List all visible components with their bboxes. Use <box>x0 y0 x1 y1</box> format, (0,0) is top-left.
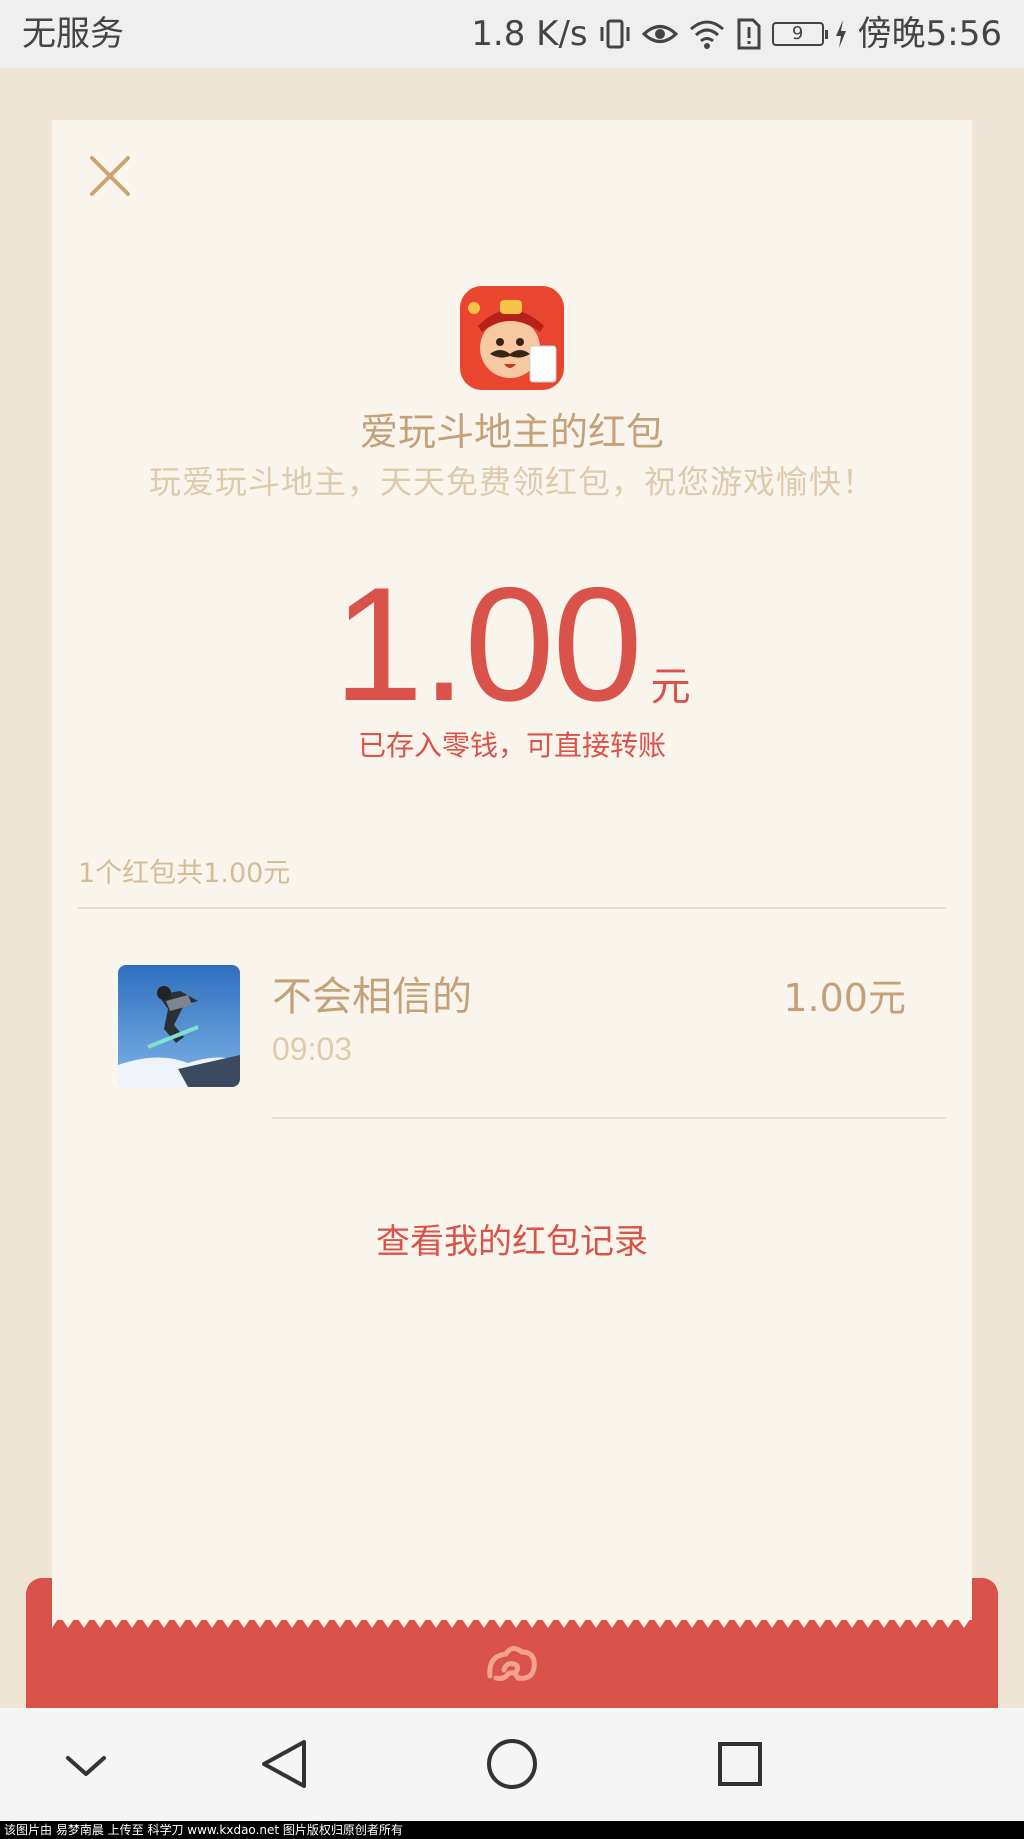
avatar[interactable] <box>118 965 240 1087</box>
home-button[interactable] <box>452 1708 572 1821</box>
amount-value: 1.00 <box>333 554 642 735</box>
card-zigzag-edge <box>52 1612 972 1628</box>
greeting-message: 玩爱玩斗地主，天天免费领红包，祝您游戏愉快！ <box>148 463 875 501</box>
sender-title: 爱玩斗地主的红包 <box>359 410 664 454</box>
charging-icon <box>834 19 848 49</box>
packet-summary: 1个红包共1.00元 <box>78 858 291 889</box>
carrier-label: 无服务 <box>22 14 124 54</box>
vibrate-icon <box>598 17 632 51</box>
app-icon <box>460 286 564 390</box>
home-circle-icon <box>487 1739 537 1789</box>
back-triangle-icon <box>262 1740 306 1788</box>
cloud-logo-icon <box>484 1642 540 1686</box>
amount-unit: 元 <box>650 664 691 710</box>
close-icon <box>90 156 130 196</box>
battery-icon: 9 <box>771 22 828 46</box>
record-amount: 1.00元 <box>783 976 906 1020</box>
divider <box>272 1117 946 1119</box>
wifi-icon <box>688 17 726 51</box>
hide-nav-button[interactable] <box>26 1708 146 1821</box>
amount-note[interactable]: 已存入零钱，可直接转账 <box>0 726 1024 766</box>
status-bar: 无服务 1.8 K/s 9 傍晚5:56 <box>0 0 1024 68</box>
status-icons: 1.8 K/s 9 傍晚5:56 <box>471 14 1002 54</box>
recents-button[interactable] <box>680 1708 800 1821</box>
record-sender-name: 不会相信的 <box>272 974 472 1020</box>
close-button[interactable] <box>86 152 134 200</box>
sim-alert-icon <box>736 17 762 51</box>
eye-icon <box>641 17 678 51</box>
list-item[interactable]: 不会相信的 09:03 1.00元 <box>0 960 1024 1120</box>
view-history-link[interactable]: 查看我的红包记录 <box>0 1218 1024 1266</box>
record-time: 09:03 <box>272 1031 353 1067</box>
divider <box>78 907 946 909</box>
watermark-text: 该图片由 易梦南晨 上传至 科学刀 www.kxdao.net 图片版权归原创者… <box>0 1821 1024 1839</box>
clock: 傍晚5:56 <box>857 14 1002 54</box>
back-button[interactable] <box>224 1708 344 1821</box>
net-speed: 1.8 K/s <box>471 14 588 54</box>
amount-display: 1.00 元 <box>0 560 1024 730</box>
recents-square-icon <box>718 1742 762 1786</box>
chevron-down-icon <box>66 1756 106 1776</box>
navigation-bar <box>0 1708 1024 1821</box>
